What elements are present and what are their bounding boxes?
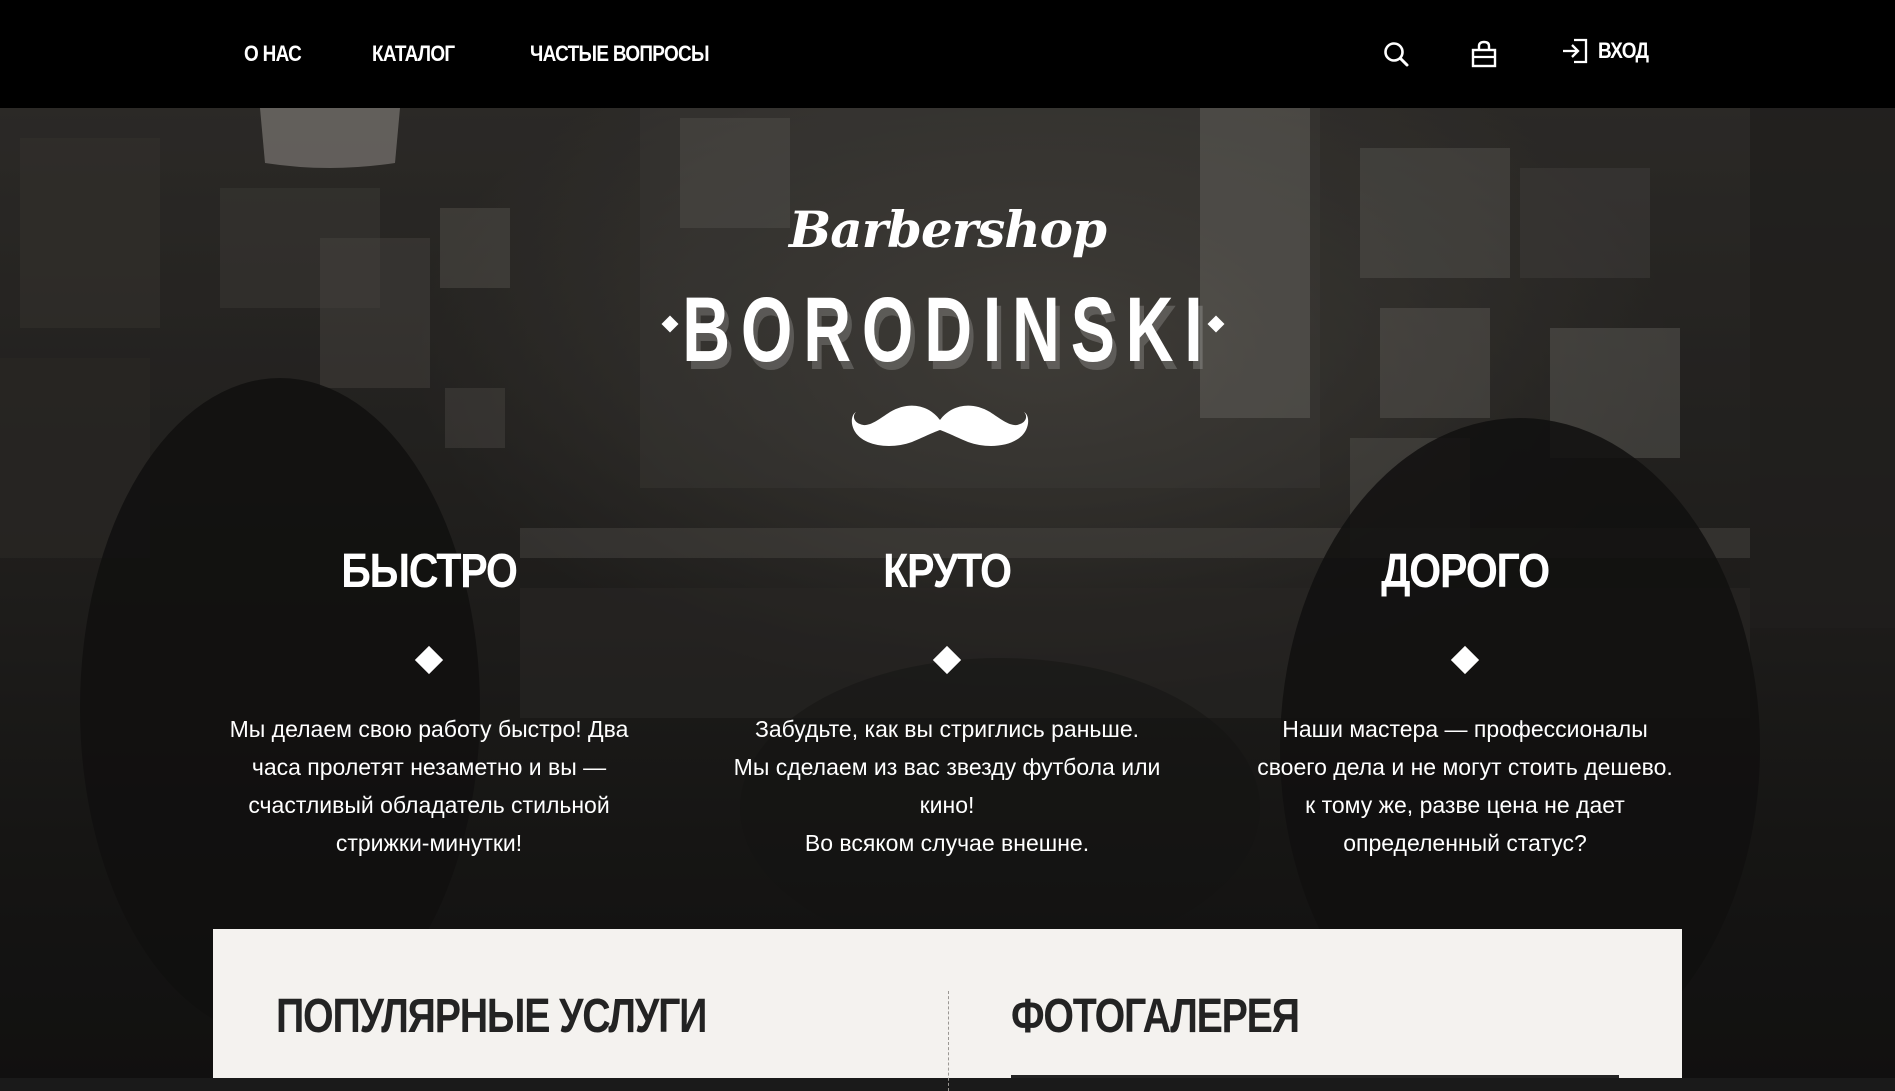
feature-diamond-icon	[1450, 645, 1480, 675]
login-button[interactable]: ВХОД	[1560, 36, 1656, 66]
user-controls: ВХОД	[1380, 0, 1652, 108]
content-panel: ПОПУЛЯРНЫЕ УСЛУГИ ФОТОГАЛЕРЕЯ	[213, 929, 1682, 1091]
feature-title: КРУТО	[883, 545, 1012, 598]
feature-text: Мы делаем свою работу быстро! Два часа п…	[229, 716, 629, 856]
feature-title: ДОРОГО	[1381, 545, 1550, 598]
top-navigation-bar: О НАС КАТАЛОГ ЧАСТЫЕ ВОПРОСЫ ВХОД	[0, 0, 1895, 108]
nav-link-faq[interactable]: ЧАСТЫЕ ВОПРОСЫ	[530, 41, 709, 67]
brand-name: BORODINSKI	[681, 279, 1214, 381]
feature-expensive: ДОРОГО Наши мастера — профессионалы свое…	[1250, 548, 1680, 862]
nav-link-catalog[interactable]: КАТАЛОГ	[372, 41, 455, 67]
login-icon	[1563, 38, 1588, 64]
feature-text: Наши мастера — профессионалы своего дела…	[1257, 716, 1673, 856]
search-icon[interactable]	[1380, 38, 1412, 70]
feature-diamond-icon	[414, 645, 444, 675]
nav-link-about[interactable]: О НАС	[244, 41, 302, 67]
login-label: ВХОД	[1598, 38, 1649, 63]
main-nav: О НАС КАТАЛОГ ЧАСТЫЕ ВОПРОСЫ	[244, 0, 738, 108]
popular-services-title: ПОПУЛЯРНЫЕ УСЛУГИ	[276, 990, 707, 1043]
mustache-icon	[851, 405, 1029, 446]
photo-gallery-title: ФОТОГАЛЕРЕЯ	[1011, 990, 1300, 1043]
feature-diamond-icon	[932, 645, 962, 675]
brand-script-title: Barbershop	[789, 200, 1107, 259]
feature-title: БЫСТРО	[341, 545, 518, 598]
panel-divider	[948, 991, 949, 1091]
brand-logo: BORODINSKI	[0, 280, 1895, 380]
basket-icon[interactable]	[1468, 38, 1500, 70]
feature-fast: БЫСТРО Мы делаем свою работу быстро! Два…	[214, 548, 644, 862]
feature-cool: КРУТО Забудьте, как вы стриглись раньше.…	[732, 548, 1162, 862]
feature-text: Забудьте, как вы стриглись раньше. Мы сд…	[733, 716, 1161, 856]
